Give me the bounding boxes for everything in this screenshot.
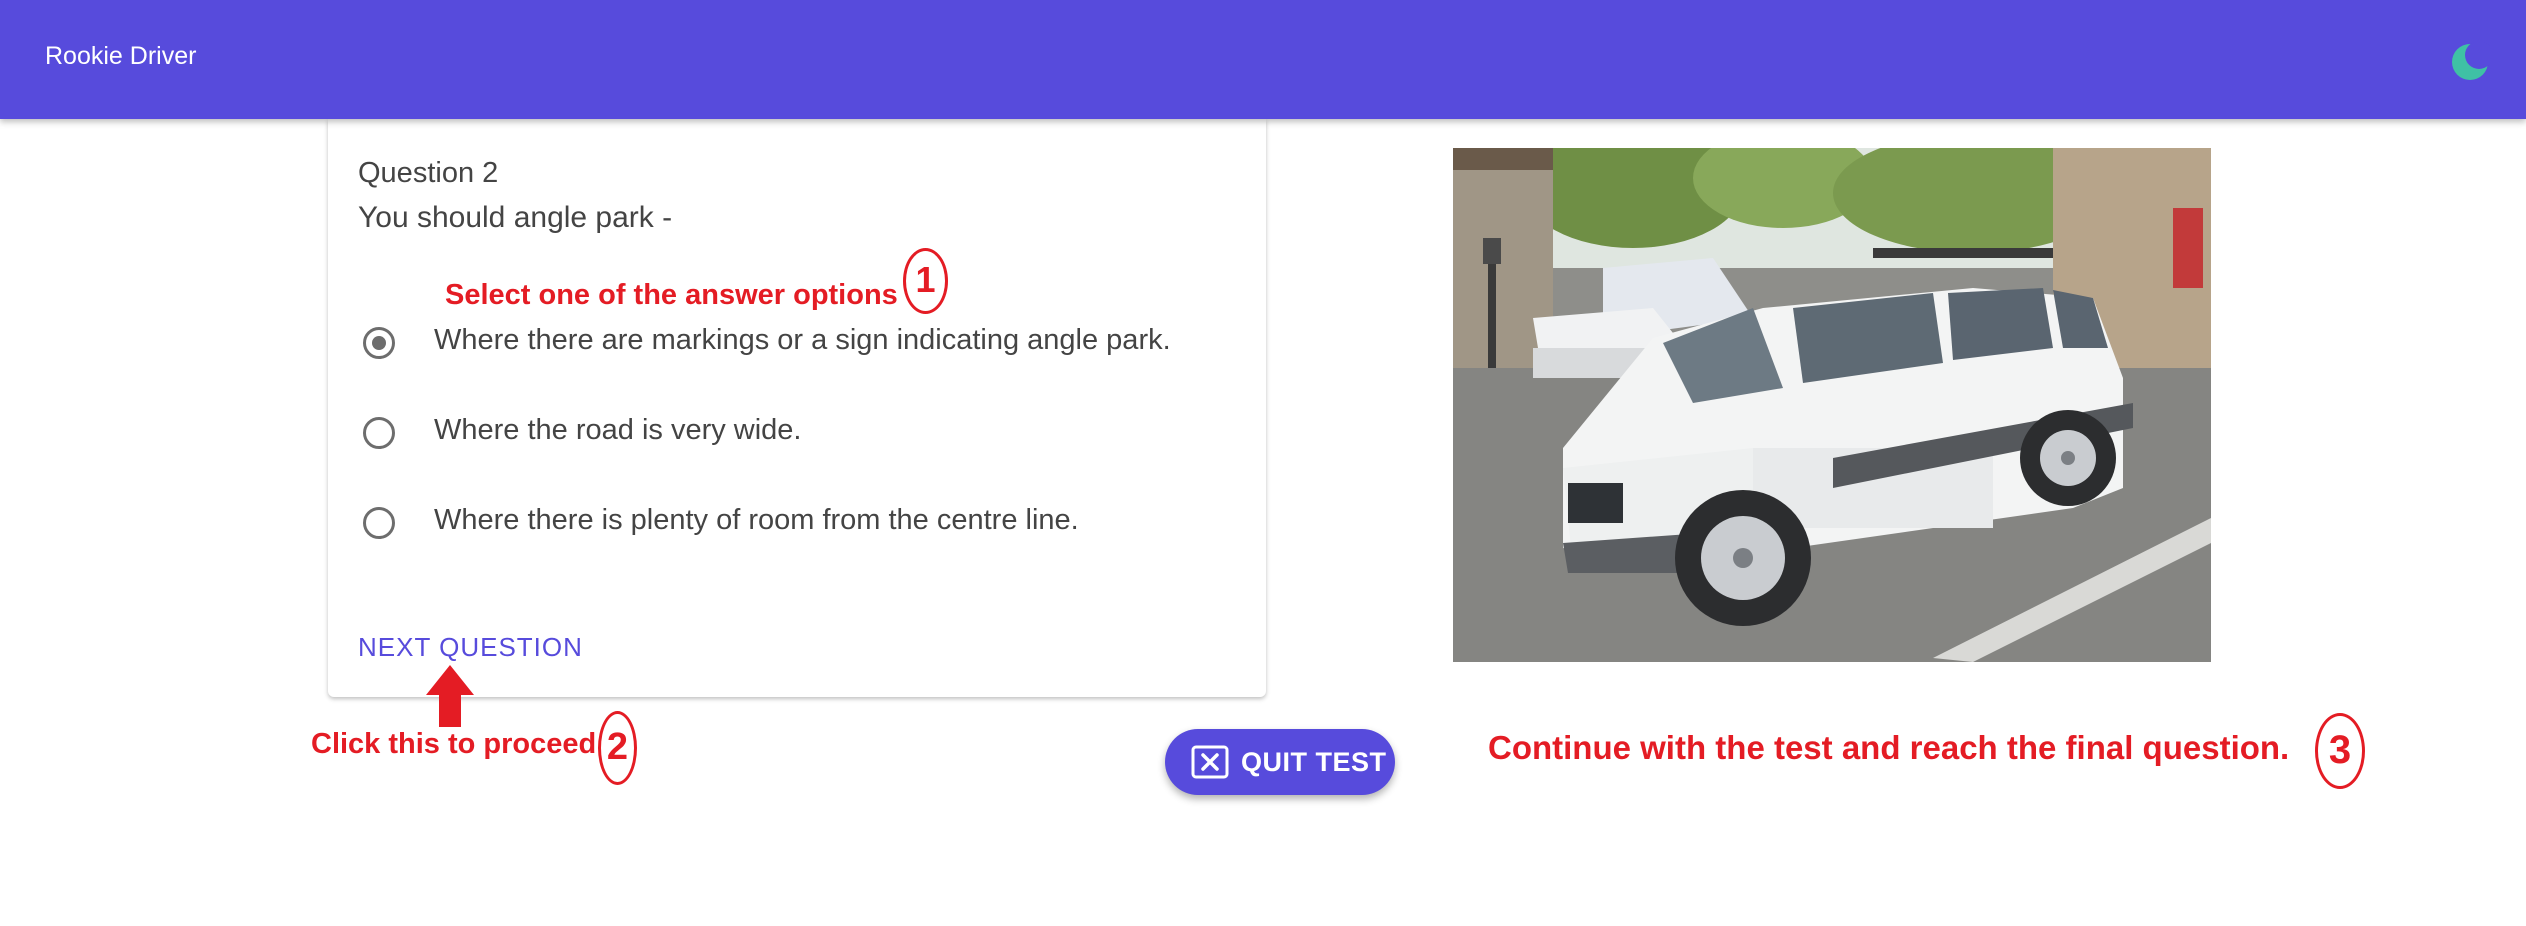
annotation-step2-text: Click this to proceed [311,728,597,760]
annotation-step3-text: Continue with the test and reach the fin… [1488,729,2290,766]
app-bar: Rookie Driver [0,0,2526,119]
app-title: Rookie Driver [45,42,197,70]
annotation-step1-text: Select one of the answer options [445,279,898,311]
answer-option-2[interactable]: Where the road is very wide. [358,409,1238,465]
annotation-step3-number: 3 [2315,713,2365,789]
answer-option-label: Where there is plenty of room from the c… [434,504,1079,536]
quit-test-button[interactable]: QUIT TEST [1165,729,1395,795]
radio-unselected-icon[interactable] [363,417,395,449]
answer-option-1[interactable]: Where there are markings or a sign indic… [358,319,1238,375]
answer-option-3[interactable]: Where there is plenty of room from the c… [358,499,1238,555]
close-box-icon [1191,745,1229,779]
annotation-step1-number: 1 [903,248,948,314]
radio-selected-icon[interactable] [363,327,395,359]
quit-test-label: QUIT TEST [1241,747,1387,777]
annotation-step2-number: 2 [598,711,637,785]
next-question-button[interactable]: NEXT QUESTION [358,632,583,663]
question-number: Question 2 [358,157,499,189]
moon-icon[interactable] [2450,41,2493,82]
radio-unselected-icon[interactable] [363,507,395,539]
question-text: You should angle park - [358,201,673,234]
arrow-up-icon [426,665,474,727]
answer-option-label: Where there are markings or a sign indic… [434,324,1171,356]
answer-option-label: Where the road is very wide. [434,414,802,446]
question-image [1453,148,2211,662]
